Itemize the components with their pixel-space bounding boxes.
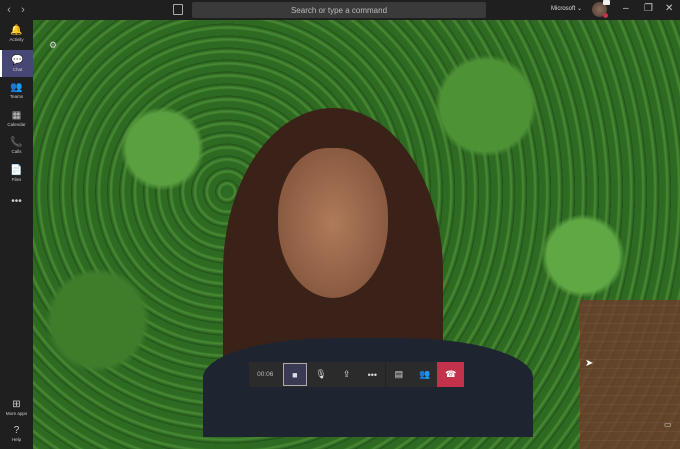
more-icon: •••	[11, 196, 22, 207]
avatar[interactable]	[592, 0, 610, 18]
face	[278, 148, 388, 298]
rail-item-files[interactable]: 📄 Files	[0, 160, 33, 187]
call-timer: 00:06	[257, 371, 274, 378]
participants-button[interactable]: 👥	[412, 362, 438, 387]
rail-label: Calendar	[7, 122, 26, 127]
share-screen-button[interactable]: ⇪	[334, 362, 360, 387]
forward-button[interactable]: ›	[16, 4, 30, 16]
rail-label: Help	[11, 437, 22, 442]
participant-video	[183, 108, 543, 437]
rail-label: Files	[11, 177, 22, 182]
body	[203, 338, 533, 437]
mic-button[interactable]: 🎙	[308, 362, 334, 387]
rail-label: Chat	[12, 67, 23, 72]
apps-icon: ⊞	[12, 399, 21, 410]
device-settings-icon[interactable]: ▭	[664, 420, 672, 429]
rail-item-chat[interactable]: 💬 Chat	[0, 50, 33, 77]
maximize-button[interactable]: ❐	[644, 3, 653, 14]
hang-up-button[interactable]: ☎	[437, 362, 465, 387]
rail-item-more[interactable]: •••	[0, 188, 33, 215]
background-effects-icon[interactable]: ⚙	[49, 40, 57, 51]
search-input[interactable]: Search or type a command	[192, 2, 486, 18]
help-icon: ?	[13, 425, 20, 436]
rail-item-calendar[interactable]: ▦ Calendar	[0, 105, 33, 132]
rail-item-help[interactable]: ? Help	[0, 420, 33, 447]
file-icon: 📄	[10, 165, 23, 176]
close-button[interactable]: ✕	[665, 3, 673, 14]
rail-label: Teams	[9, 94, 24, 99]
camera-button[interactable]: ■	[282, 363, 308, 386]
bell-icon: 🔔	[10, 25, 23, 36]
rail-label: More apps	[5, 411, 28, 416]
more-actions-button[interactable]: •••	[359, 362, 385, 387]
status-dot	[603, 13, 608, 18]
phone-icon: 📞	[10, 137, 23, 148]
calendar-icon: ▦	[11, 110, 22, 121]
rail-label: Calls	[11, 149, 22, 154]
title-bar: ‹ › Search or type a command Microsoft ⌄…	[0, 0, 680, 20]
badge	[603, 0, 610, 5]
minimize-button[interactable]: –	[623, 3, 629, 14]
rail-item-more-apps[interactable]: ⊞ More apps	[0, 394, 33, 421]
rail-label: Activity	[9, 37, 24, 42]
mouse-cursor-icon: ➤	[585, 358, 594, 369]
rail-item-activity[interactable]: 🔔 Activity	[0, 20, 33, 47]
rail-item-teams[interactable]: 👥 Teams	[0, 77, 33, 104]
teams-icon: 👥	[10, 82, 23, 93]
app-rail: 🔔 Activity 💬 Chat 👥 Teams ▦ Calendar 📞 Calls …	[0, 20, 33, 449]
rail-item-calls[interactable]: 📞 Calls	[0, 132, 33, 159]
org-switcher[interactable]: Microsoft ⌄	[551, 5, 582, 12]
chat-icon: 💬	[11, 55, 24, 66]
compose-icon[interactable]	[173, 4, 183, 15]
chat-button[interactable]: ▤	[386, 362, 412, 387]
call-controls: 00:06 ■ 🎙 ⇪ ••• ▤ 👥 ☎	[249, 362, 465, 387]
back-button[interactable]: ‹	[2, 4, 16, 16]
